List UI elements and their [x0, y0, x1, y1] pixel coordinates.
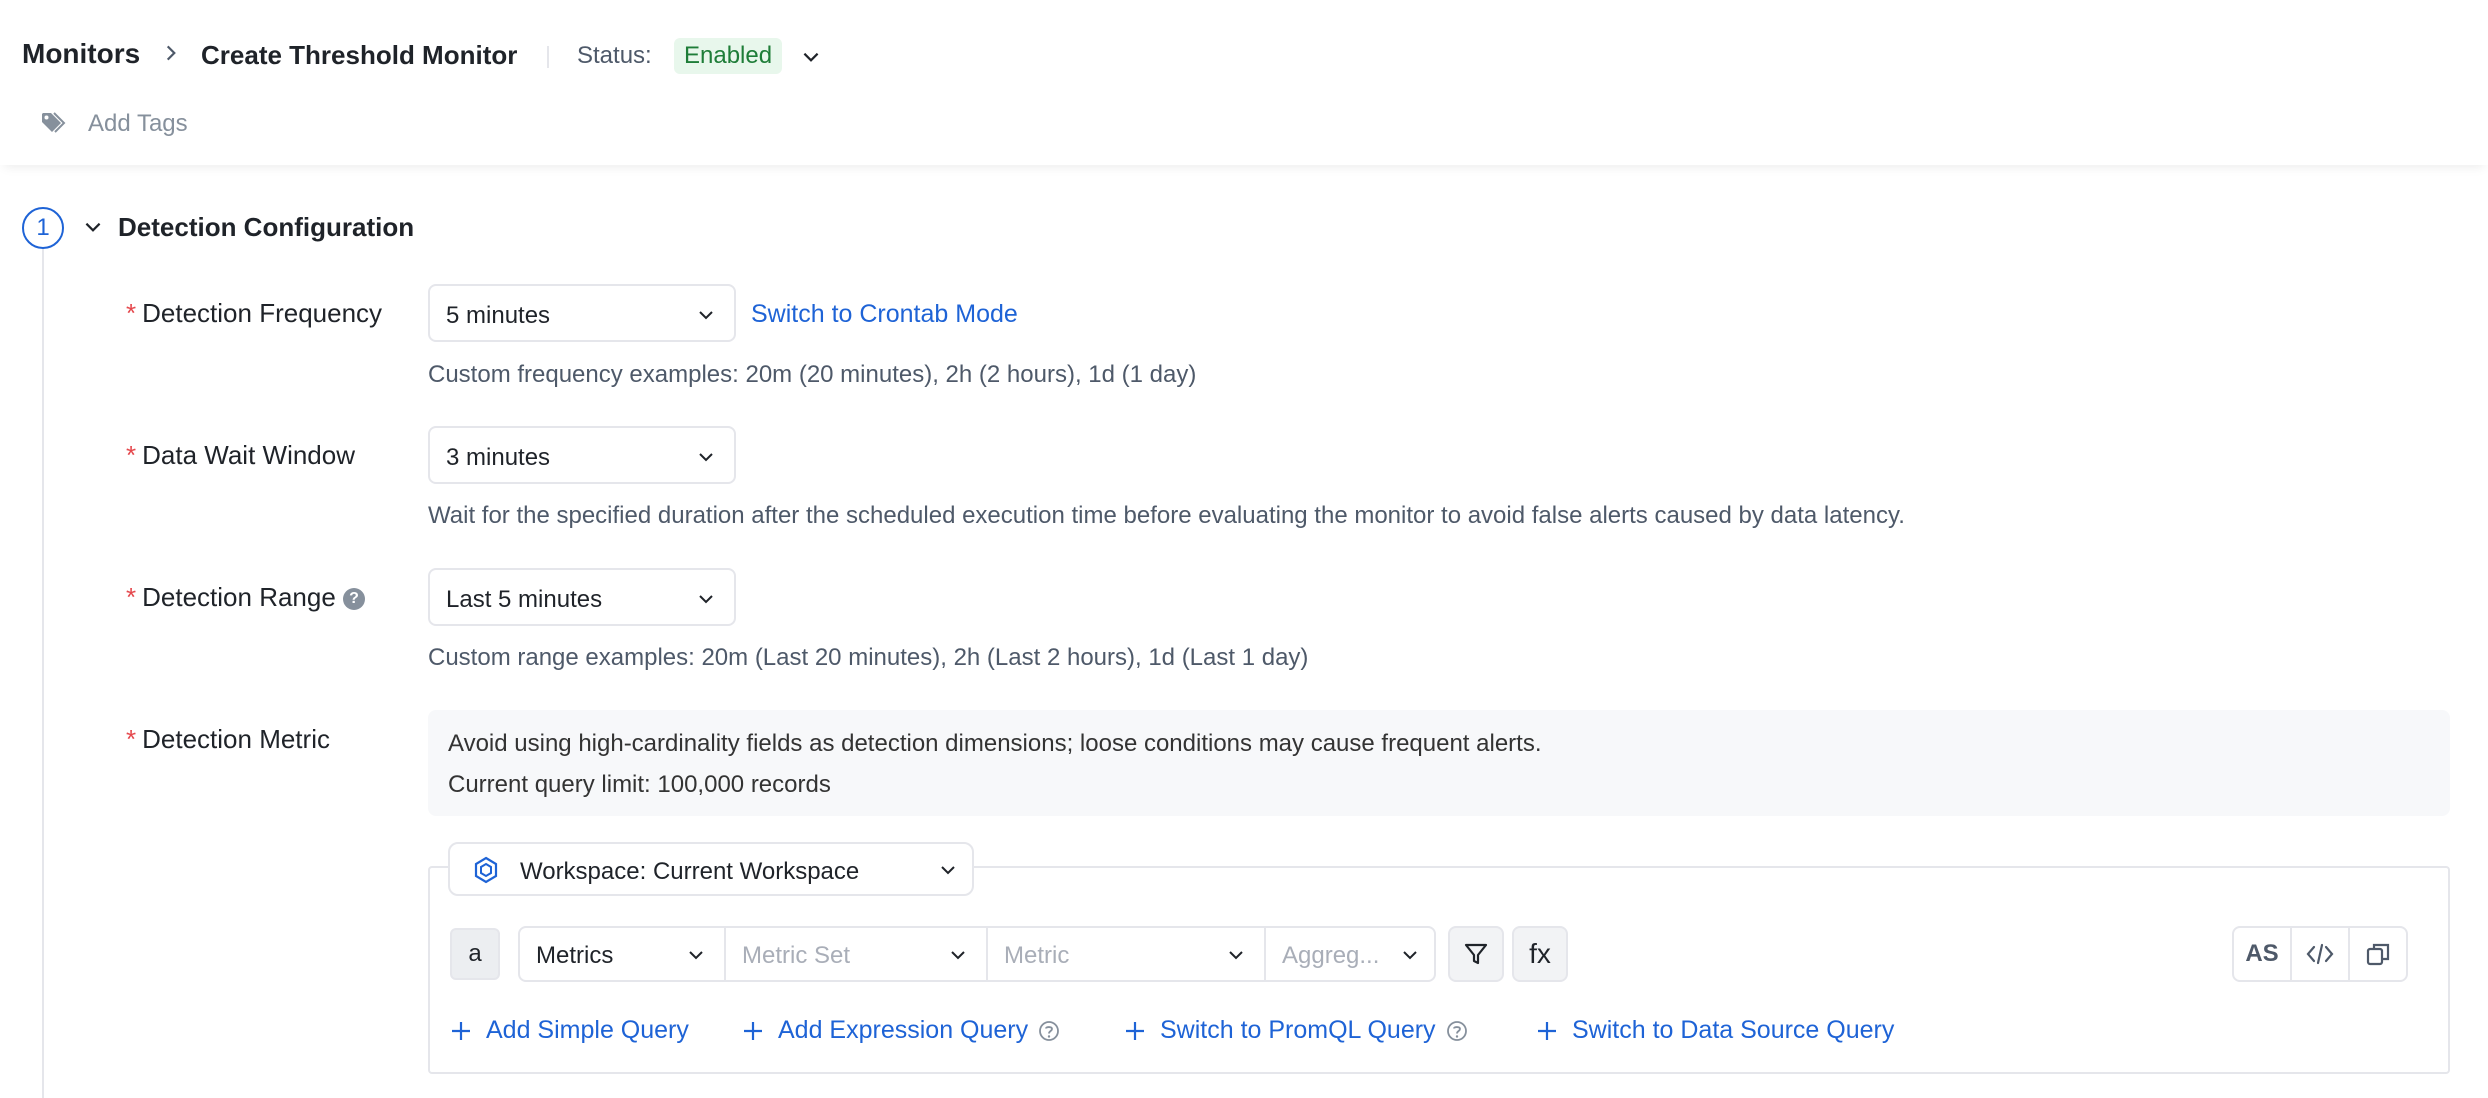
frequency-help: Custom frequency examples: 20m (20 minut…: [428, 361, 1197, 388]
help-circle-icon[interactable]: [1446, 1020, 1468, 1042]
switch-promql-query-link[interactable]: Switch to PromQL Query: [1124, 1016, 1468, 1045]
chevron-down-icon[interactable]: [800, 46, 822, 68]
chevron-down-icon: [941, 866, 955, 875]
chevron-down-icon: [699, 453, 713, 462]
plus-icon: [744, 1021, 762, 1040]
plus-icon: [1538, 1021, 1556, 1040]
frequency-select[interactable]: 5 minutes: [428, 284, 736, 342]
chevron-down-icon: [689, 951, 703, 960]
alias-as-button[interactable]: AS: [2234, 928, 2292, 980]
switch-crontab-link[interactable]: Switch to Crontab Mode: [751, 300, 1018, 329]
collapse-chevron-icon[interactable]: [82, 216, 104, 238]
query-tools-group: AS: [2232, 926, 2408, 982]
notice-line-1: Avoid using high-cardinality fields as d…: [448, 730, 1542, 757]
filter-button[interactable]: [1448, 926, 1504, 982]
code-icon: [2306, 943, 2334, 965]
tag-icon: [42, 112, 66, 133]
chevron-down-icon: [951, 951, 965, 960]
breadcrumb-monitors[interactable]: Monitors: [22, 38, 140, 70]
workspace-select[interactable]: Workspace: Current Workspace: [448, 842, 974, 896]
function-button[interactable]: fx: [1512, 926, 1568, 982]
add-simple-query-link[interactable]: Add Simple Query: [450, 1016, 689, 1045]
add-expression-query-link[interactable]: Add Expression Query: [742, 1016, 1060, 1045]
filter-icon: [1464, 943, 1488, 965]
required-marker: *: [126, 440, 137, 470]
metric-set-select[interactable]: Metric Set: [726, 928, 988, 980]
required-marker: *: [126, 724, 137, 754]
plus-icon: [452, 1021, 470, 1040]
source-select[interactable]: Metrics: [520, 928, 726, 980]
step-connector-line: [42, 249, 44, 1098]
page-header: Monitors Create Threshold Monitor Status…: [0, 0, 2488, 165]
status-label: Status:: [577, 42, 652, 69]
required-marker: *: [126, 582, 137, 612]
plus-icon: [1126, 1021, 1144, 1040]
copy-button[interactable]: [2350, 928, 2406, 980]
code-view-button[interactable]: [2292, 928, 2350, 980]
header-divider: [547, 46, 549, 68]
query-selector-group: Metrics Metric Set Metric Aggreg...: [518, 926, 1436, 982]
help-icon[interactable]: ?: [343, 588, 366, 611]
query-alias[interactable]: a: [450, 928, 500, 980]
copy-icon: [2366, 943, 2390, 966]
function-fx-icon: fx: [1529, 938, 1551, 969]
help-circle-icon[interactable]: [1038, 1020, 1060, 1042]
status-badge[interactable]: Enabled: [674, 38, 783, 74]
step-number: 1: [22, 207, 64, 249]
range-label: * Detection Range ?: [126, 582, 366, 613]
wait-window-help: Wait for the specified duration after th…: [428, 502, 1905, 529]
workspace-cube-icon: [474, 856, 498, 884]
required-marker: *: [126, 298, 137, 328]
aggregation-select[interactable]: Aggreg...: [1266, 928, 1434, 980]
add-tags-link[interactable]: Add Tags: [88, 110, 188, 138]
section-title[interactable]: Detection Configuration: [118, 212, 414, 243]
range-help: Custom range examples: 20m (Last 20 minu…: [428, 644, 1309, 671]
chevron-down-icon: [1229, 951, 1243, 960]
chevron-down-icon: [699, 311, 713, 320]
metric-select[interactable]: Metric: [988, 928, 1266, 980]
chevron-down-icon: [1403, 951, 1417, 960]
switch-datasource-query-link[interactable]: Switch to Data Source Query: [1536, 1016, 1894, 1045]
metric-notice: Avoid using high-cardinality fields as d…: [428, 710, 2450, 816]
page-title: Create Threshold Monitor: [201, 40, 518, 70]
frequency-label: * Detection Frequency: [126, 298, 383, 328]
metric-label: * Detection Metric: [126, 724, 330, 754]
chevron-down-icon: [699, 595, 713, 604]
range-select[interactable]: Last 5 minutes: [428, 568, 736, 626]
wait-window-select[interactable]: 3 minutes: [428, 426, 736, 484]
notice-line-2: Current query limit: 100,000 records: [448, 771, 831, 798]
wait-window-label: * Data Wait Window: [126, 440, 355, 470]
chevron-right-icon: [166, 45, 176, 61]
